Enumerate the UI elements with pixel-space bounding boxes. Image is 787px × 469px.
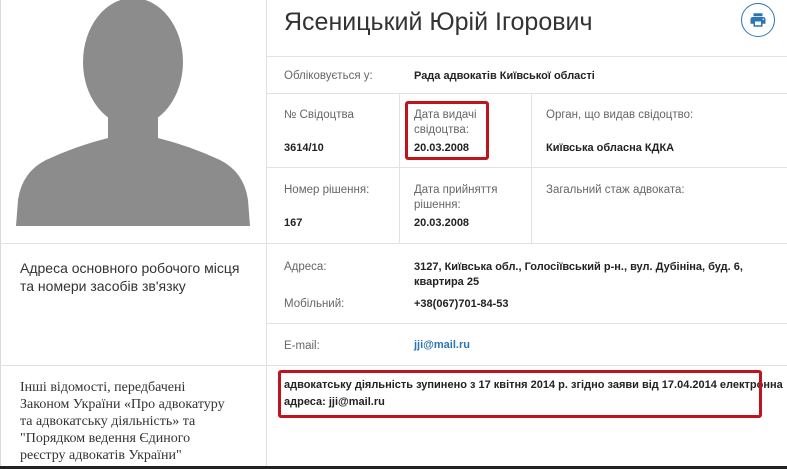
- print-button[interactable]: [741, 3, 775, 37]
- certificate-number-label: № Свідоцтва: [284, 109, 354, 121]
- cell-divider: [399, 93, 400, 243]
- other-info-title-line1: Інші відомості, передбачені: [20, 380, 186, 395]
- registered-label: Обліковується у:: [284, 70, 373, 82]
- contacts-section-title-line2: та номери засобів зв'язку: [20, 278, 186, 294]
- decision-date-value: 20.03.2008: [414, 217, 470, 229]
- other-info-title-line2: Законом України «Про адвокатуру: [20, 397, 225, 412]
- row-divider: [0, 243, 787, 244]
- address-label: Адреса:: [284, 261, 327, 273]
- avatar-placeholder: [16, 0, 250, 226]
- email-link[interactable]: jji@mail.ru: [414, 337, 470, 353]
- email-label: E-mail:: [284, 340, 320, 352]
- other-info-title-line5: реєстру адвокатів України": [20, 448, 182, 463]
- row-divider: [0, 365, 787, 366]
- address-value-line2: квартира 25: [414, 276, 480, 288]
- row-divider: [266, 56, 787, 57]
- decision-date-label-line1: Дата прийняття: [414, 184, 498, 196]
- row-divider: [266, 93, 787, 94]
- other-info-title-line3: та адвокатську діяльність» та: [20, 414, 196, 429]
- decision-number-label: Номер рішення:: [284, 184, 370, 196]
- other-info-title-line4: "Порядком ведення Єдиного: [20, 431, 191, 446]
- row-divider: [266, 167, 787, 168]
- contacts-section-title-line1: Адреса основного робочого місця: [20, 260, 240, 276]
- decision-number-value: 167: [284, 217, 303, 229]
- row-divider: [266, 323, 787, 324]
- address-value-line1: 3127, Київська обл., Голосіївський р-н.,…: [414, 261, 743, 273]
- highlight-box: [278, 370, 762, 418]
- mobile-value: +38(067)701-84-53: [414, 298, 509, 310]
- experience-label: Загальний стаж адвоката:: [546, 184, 685, 196]
- person-silhouette-icon: [16, 0, 250, 226]
- registered-value: Рада адвокатів Київської області: [414, 70, 595, 82]
- mobile-label: Мобільний:: [284, 298, 345, 310]
- decision-date-label-line2: рішення:: [414, 199, 461, 211]
- column-divider: [266, 0, 267, 469]
- cell-divider: [531, 93, 532, 243]
- certificate-number-value: 3614/10: [284, 142, 324, 154]
- issuer-label: Орган, що видав свідоцтво:: [546, 109, 694, 121]
- lawyer-name: Ясеницький Юрій Ігорович: [284, 8, 593, 36]
- print-icon: [750, 13, 766, 27]
- issuer-value: Київська обласна КДКА: [546, 142, 675, 154]
- highlight-box: [405, 101, 489, 160]
